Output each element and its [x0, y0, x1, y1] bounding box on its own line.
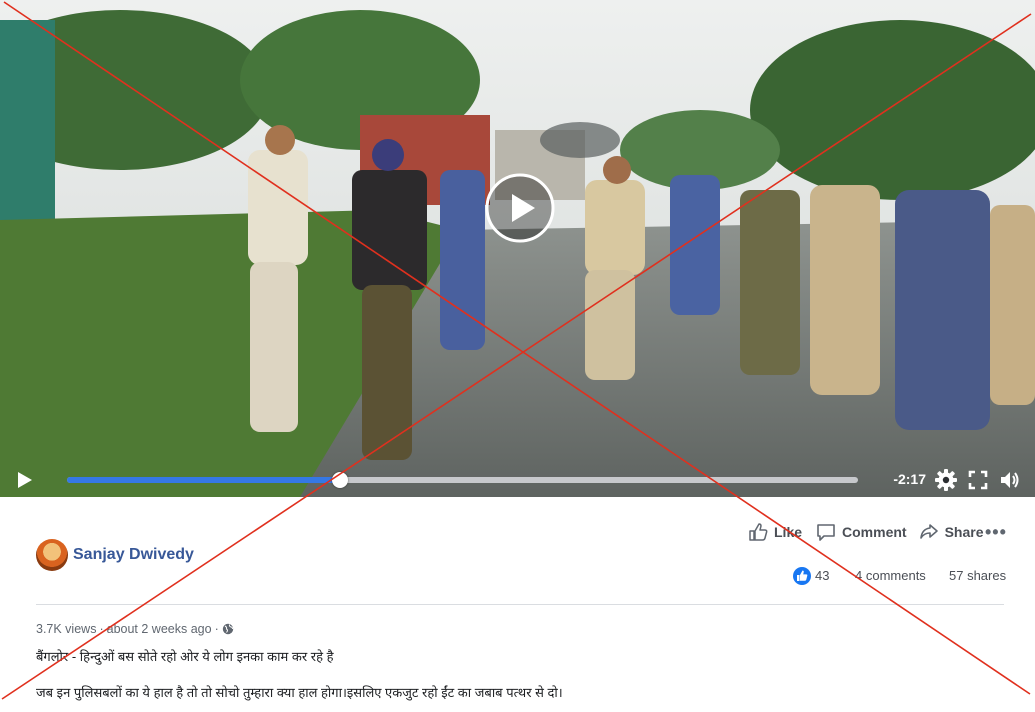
share-arrow-icon — [919, 524, 938, 539]
divider — [36, 604, 1004, 605]
avatar[interactable] — [36, 539, 68, 571]
comment-icon — [817, 524, 835, 541]
comment-label: Comment — [842, 524, 907, 540]
post-meta: 3.7K views · about 2 weeks ago · — [36, 622, 234, 636]
post-timestamp[interactable]: about 2 weeks ago — [107, 622, 212, 636]
volume-button[interactable] — [999, 469, 1021, 491]
progress-bar[interactable] — [67, 472, 858, 488]
big-play-icon — [485, 173, 555, 243]
post-text-line: जब इन पुलिसबलों का ये हाल है तो तो सोचो … — [36, 685, 563, 700]
like-label: Like — [774, 524, 803, 540]
volume-icon — [1001, 472, 1019, 488]
thumbs-up-icon — [797, 570, 808, 581]
settings-gear-icon — [935, 469, 957, 491]
fullscreen-icon — [968, 470, 988, 490]
like-reaction-icon — [793, 567, 811, 585]
post-actions: Like Comment Share — [748, 520, 984, 544]
view-count: 3.7K views — [36, 622, 97, 636]
like-button[interactable]: Like — [748, 522, 802, 542]
reaction-count[interactable]: 43 — [815, 568, 829, 583]
meta-separator: · — [99, 622, 104, 636]
meta-separator: · — [214, 622, 219, 636]
more-options-button[interactable]: ••• — [985, 522, 1007, 543]
share-button[interactable]: Share — [919, 522, 984, 542]
post-text-line: बैंगलोर - हिन्दुओं बस सोते रहो ओर ये लोग… — [36, 649, 334, 664]
progress-knob[interactable] — [331, 472, 348, 488]
comment-button[interactable]: Comment — [816, 522, 907, 542]
remaining-time: -2:17 — [893, 471, 926, 487]
post-author: Sanjay Dwivedy — [36, 538, 194, 572]
globe-icon — [222, 623, 233, 635]
fullscreen-button[interactable] — [967, 469, 989, 491]
play-button[interactable] — [14, 470, 34, 490]
big-play-button[interactable] — [484, 172, 556, 244]
play-icon — [18, 472, 32, 488]
shares-count[interactable]: 57 shares — [949, 568, 1006, 583]
share-label: Share — [944, 524, 984, 540]
thumbs-up-icon — [749, 523, 768, 541]
progress-fill — [67, 477, 340, 483]
author-name-link[interactable]: Sanjay Dwivedy — [73, 546, 194, 564]
comments-count[interactable]: 4 comments — [855, 568, 926, 583]
video-player[interactable]: -2:17 — [0, 0, 1035, 497]
video-frame — [0, 0, 1035, 497]
settings-button[interactable] — [935, 469, 957, 491]
